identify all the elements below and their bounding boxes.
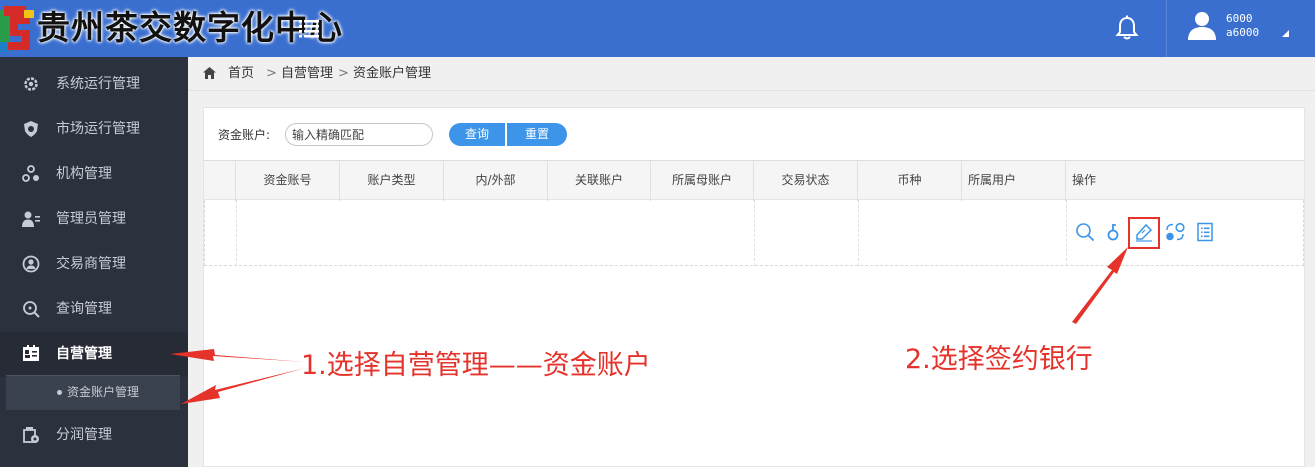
user-circle-icon bbox=[22, 255, 40, 273]
caret-down-icon bbox=[1282, 30, 1289, 37]
cell-divider bbox=[858, 200, 859, 266]
fund-account-table: 资金账号 账户类型 内/外部 关联账户 所属母账户 交易状态 币种 所属用户 操… bbox=[204, 160, 1304, 267]
top-header: 贵州茶交数字化中心 6000 a6000 bbox=[0, 0, 1315, 57]
view-detail-icon[interactable] bbox=[1075, 222, 1095, 242]
column-header: 关联账户 bbox=[547, 161, 650, 201]
column-header: 交易状态 bbox=[753, 161, 857, 201]
submenu-item-fund-account[interactable]: 资金账户管理 bbox=[6, 375, 180, 410]
sidebar-item-self-operated[interactable]: 自营管理 bbox=[0, 332, 188, 377]
id-card-icon bbox=[23, 345, 39, 361]
breadcrumb-home[interactable]: 首页 bbox=[228, 66, 254, 82]
divider bbox=[6, 375, 180, 376]
column-header: 所属母账户 bbox=[650, 161, 753, 201]
user-menu[interactable]: 6000 a6000 bbox=[1186, 9, 1306, 49]
sidebar-item-label: 系统运行管理 bbox=[56, 76, 140, 92]
sidebar-item-trader[interactable]: 交易商管理 bbox=[0, 242, 188, 287]
cell-divider bbox=[754, 200, 755, 266]
breadcrumb-separator: > bbox=[338, 66, 349, 81]
bullet-icon bbox=[57, 390, 62, 395]
shield-icon bbox=[24, 121, 38, 137]
key-icon[interactable] bbox=[1104, 222, 1124, 242]
submenu-item-label: 资金账户管理 bbox=[67, 385, 140, 399]
avatar-icon bbox=[1188, 12, 1216, 40]
sidebar-item-system[interactable]: 系统运行管理 bbox=[0, 62, 188, 107]
sidebar-item-org[interactable]: 机构管理 bbox=[0, 152, 188, 197]
column-header: 账户类型 bbox=[339, 161, 443, 201]
wallet-icon bbox=[23, 427, 39, 443]
column-header: 资金账号 bbox=[235, 161, 339, 201]
sidebar: 系统运行管理 市场运行管理 机构管理 管理员管理 交易商管理 查询管理 自营管理… bbox=[0, 57, 188, 467]
breadcrumb-current: 资金账户管理 bbox=[353, 66, 432, 81]
sidebar-item-label: 分润管理 bbox=[56, 427, 112, 443]
column-header: 内/外部 bbox=[443, 161, 547, 201]
list-icon[interactable] bbox=[1195, 222, 1215, 242]
query-button[interactable]: 查询 bbox=[449, 123, 505, 146]
sidebar-item-label: 自营管理 bbox=[56, 346, 112, 362]
logo[interactable]: 贵州茶交数字化中心 bbox=[0, 0, 342, 57]
table-header: 资金账号 账户类型 内/外部 关联账户 所属母账户 交易状态 币种 所属用户 操… bbox=[204, 160, 1304, 201]
menu-list-icon[interactable] bbox=[298, 17, 320, 39]
org-icon bbox=[22, 165, 39, 182]
search-icon bbox=[23, 301, 40, 318]
sidebar-item-market[interactable]: 市场运行管理 bbox=[0, 107, 188, 152]
user-name: 6000 bbox=[1226, 12, 1253, 25]
bell-icon[interactable] bbox=[1115, 15, 1139, 41]
column-header: 币种 bbox=[857, 161, 961, 201]
annotation-step1: 1.选择自营管理——资金账户 bbox=[301, 350, 651, 381]
home-icon bbox=[203, 67, 216, 79]
cell-divider bbox=[1066, 200, 1067, 266]
breadcrumb-separator: > bbox=[266, 66, 277, 81]
sidebar-item-label: 查询管理 bbox=[56, 301, 112, 317]
annotation-step2: 2.选择签约银行 bbox=[905, 344, 1093, 375]
search-label: 资金账户: bbox=[218, 128, 271, 142]
column-header: 所属用户 bbox=[961, 161, 1065, 201]
sidebar-item-label: 机构管理 bbox=[56, 166, 112, 182]
breadcrumb-level1[interactable]: 自营管理 bbox=[281, 66, 333, 82]
cell-divider bbox=[236, 200, 237, 266]
fund-account-search-input[interactable] bbox=[285, 123, 433, 146]
sidebar-item-label: 市场运行管理 bbox=[56, 121, 140, 137]
logo-mark-icon bbox=[0, 6, 34, 52]
column-header: 操作 bbox=[1065, 161, 1304, 201]
sidebar-item-profit-share[interactable]: 分润管理 bbox=[0, 413, 188, 458]
gear-icon bbox=[24, 77, 38, 91]
reset-button[interactable]: 重置 bbox=[507, 123, 567, 146]
header-divider bbox=[1166, 0, 1167, 57]
sidebar-item-label: 管理员管理 bbox=[56, 211, 126, 227]
breadcrumb: 首页 > 自营管理 > 资金账户管理 bbox=[188, 57, 1315, 91]
user-id: a6000 bbox=[1226, 26, 1260, 39]
submenu: 资金账户管理 bbox=[6, 375, 180, 410]
transfer-icon[interactable] bbox=[1165, 222, 1185, 242]
sidebar-item-admin[interactable]: 管理员管理 bbox=[0, 197, 188, 242]
sign-bank-icon[interactable] bbox=[1134, 222, 1154, 242]
sidebar-item-label: 交易商管理 bbox=[56, 256, 126, 272]
sidebar-item-query[interactable]: 查询管理 bbox=[0, 287, 188, 332]
admin-icon bbox=[22, 211, 40, 227]
